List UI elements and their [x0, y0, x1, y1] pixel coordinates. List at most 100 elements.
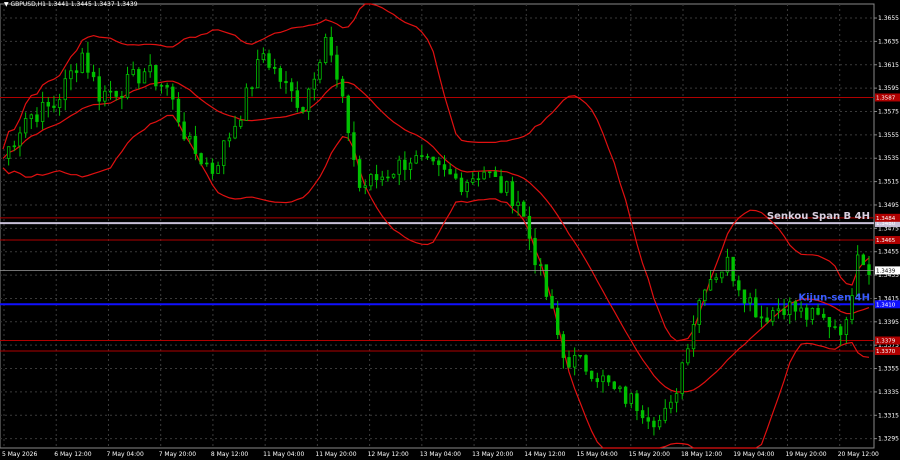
candle-body	[403, 159, 407, 170]
candle-body	[216, 165, 220, 174]
candle-body	[793, 301, 798, 312]
candle-body	[442, 164, 447, 170]
candle-body	[555, 307, 560, 335]
candle-body	[369, 174, 373, 187]
candle-body	[623, 386, 628, 404]
candle-body	[340, 78, 345, 97]
candle-body	[357, 159, 362, 188]
candle-body	[669, 401, 673, 409]
candle-body	[256, 59, 260, 89]
candle-body	[29, 114, 34, 119]
candle-body	[578, 354, 583, 357]
candle-body	[131, 69, 135, 75]
candle-body	[674, 393, 679, 403]
candle-body	[97, 76, 101, 102]
candle-body	[437, 160, 441, 166]
level-price-tag-text: 1.3480	[876, 221, 896, 227]
y-tick-label: 1.3635	[878, 38, 899, 45]
candle-body	[714, 277, 718, 280]
candle-body	[584, 355, 588, 372]
candle-body	[35, 114, 39, 122]
candle-body	[782, 308, 786, 316]
candle-body	[867, 264, 871, 275]
x-tick-label: 19 May 20:00	[785, 451, 826, 458]
candle-body	[657, 419, 662, 428]
candle-body	[499, 176, 503, 193]
candle-body	[708, 279, 713, 291]
candle-body	[289, 82, 294, 92]
candle-body	[193, 135, 198, 154]
candle-body	[142, 71, 147, 84]
y-tick-label: 1.3595	[878, 85, 899, 92]
candle-body	[488, 171, 492, 174]
candle-body	[539, 264, 543, 266]
candle-body	[312, 78, 317, 90]
candle-body	[861, 254, 866, 266]
candle-body	[159, 85, 164, 87]
candle-body	[306, 88, 311, 112]
candle-body	[272, 66, 277, 69]
candle-body	[12, 145, 17, 148]
candle-body	[46, 101, 50, 107]
candle-body	[346, 95, 350, 134]
x-tick-label: 8 May 12:00	[211, 451, 249, 458]
y-tick-label: 1.3655	[878, 15, 899, 22]
y-tick-label: 1.3615	[878, 62, 899, 69]
candle-body	[550, 296, 554, 309]
candle-body	[465, 181, 469, 193]
candle-body	[505, 181, 509, 193]
candle-body	[414, 155, 418, 164]
x-tick-label: 19 May 04:00	[733, 451, 774, 458]
x-tick-label: 6 May 12:00	[54, 451, 92, 458]
x-tick-label: 14 May 12:00	[524, 451, 565, 458]
candle-body	[771, 310, 775, 322]
candle-body	[522, 201, 526, 217]
current-price-tag-text: 1.3439	[876, 268, 896, 274]
candle-body	[731, 256, 735, 282]
candle-body	[188, 135, 192, 140]
candle-body	[697, 300, 701, 325]
level-price-tag-text: 1.3379	[876, 339, 896, 345]
y-tick-label: 1.3455	[878, 249, 899, 256]
candle-body	[233, 125, 237, 139]
candle-body	[261, 53, 266, 61]
candle-body	[335, 54, 339, 80]
candle-body	[239, 119, 243, 127]
x-tick-label: 18 May 12:00	[681, 451, 722, 458]
candle-body	[759, 316, 764, 319]
candle-body	[80, 52, 84, 73]
candle-body	[244, 87, 249, 121]
candle-body	[52, 105, 56, 108]
level-label-senkou-span-b-4h: Senkou Span B 4H	[767, 211, 870, 222]
candle-body	[754, 297, 758, 318]
candle-body	[544, 264, 549, 297]
candle-body	[810, 307, 815, 320]
candle-body	[103, 90, 107, 102]
x-tick-label: 15 May 20:00	[629, 451, 670, 458]
candle-body	[397, 159, 401, 175]
candle-body	[448, 168, 452, 175]
candle-body	[703, 289, 707, 302]
candle-body	[6, 146, 11, 159]
candle-body	[833, 326, 837, 328]
candle-body	[125, 74, 130, 98]
candle-body	[114, 90, 118, 97]
candle-body	[572, 354, 577, 368]
candle-body	[374, 174, 379, 181]
y-tick-label: 1.3555	[878, 132, 899, 139]
candle-body	[295, 90, 300, 108]
candle-body	[222, 140, 226, 166]
y-tick-label: 1.3355	[878, 366, 899, 373]
candle-body	[725, 256, 730, 273]
y-tick-label: 1.3335	[878, 389, 899, 396]
candle-body	[227, 137, 232, 142]
y-tick-label: 1.3315	[878, 412, 899, 419]
candle-body	[57, 99, 62, 108]
candle-body	[18, 132, 22, 147]
chart-canvas[interactable]: 1.3655 1.3635 1.3615 1.3595 1.3575 1.3555 1.35…	[0, 0, 900, 460]
candle-body	[318, 62, 322, 80]
x-tick-label: 13 May 20:00	[472, 451, 513, 458]
candle-body	[165, 85, 169, 88]
candle-body	[199, 153, 203, 165]
candle-body	[855, 254, 860, 296]
